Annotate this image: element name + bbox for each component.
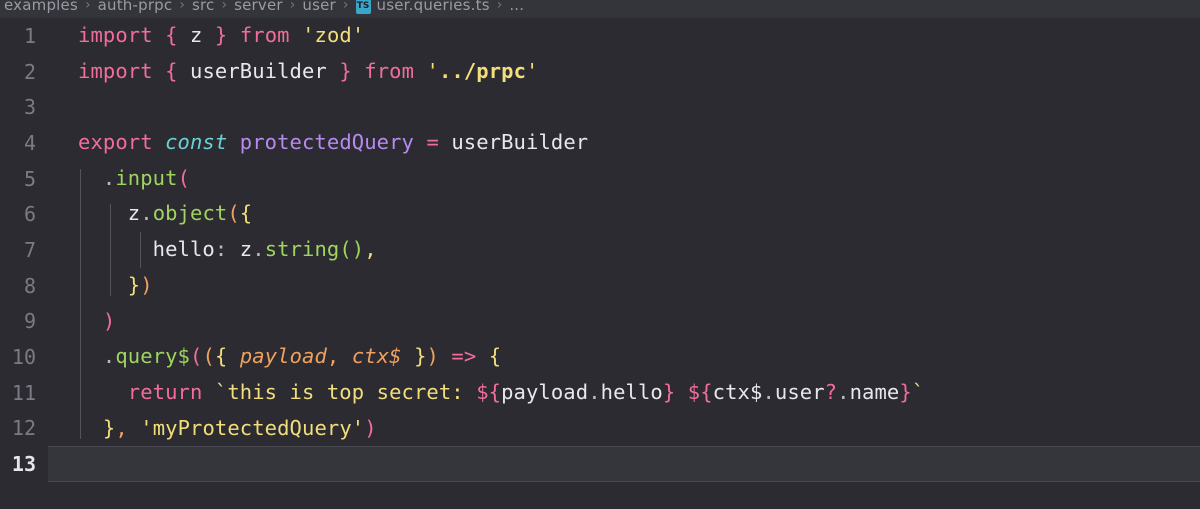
indent-guide	[80, 410, 81, 439]
line-number: 12	[11, 416, 36, 441]
code-line-text[interactable]	[48, 446, 1200, 482]
line-number: 4	[23, 130, 36, 155]
code-line-text[interactable]: )	[48, 303, 1200, 340]
code-line-active[interactable]: 13	[0, 446, 1200, 482]
breadcrumb-separator: ›	[342, 0, 349, 13]
line-number: 3	[23, 95, 36, 120]
code-line-text[interactable]: }, 'myProtectedQuery')	[48, 410, 1200, 447]
indent-guide	[80, 232, 81, 268]
code-line[interactable]: 8 })	[0, 267, 1200, 304]
breadcrumb-separator: ›	[289, 0, 296, 13]
breadcrumb-item-examples[interactable]: examples	[4, 0, 78, 14]
line-number: 7	[23, 237, 36, 262]
indent-guide	[140, 232, 141, 268]
indent-guide	[80, 303, 81, 340]
line-number-active: 13	[11, 452, 36, 477]
breadcrumb-item-server[interactable]: server	[234, 0, 283, 14]
code-line[interactable]: 11 return `this is top secret: ${payload…	[0, 374, 1200, 411]
code-line[interactable]: 10 .query$(({ payload, ctx$ }) => {	[0, 339, 1200, 375]
breadcrumb-item-auth-prpc[interactable]: auth-prpc	[98, 0, 173, 14]
code-line-text[interactable]: hello: z.string(),	[48, 232, 1200, 268]
code-line[interactable]: 4 export const protectedQuery = userBuil…	[0, 125, 1200, 161]
breadcrumb-separator: ›	[84, 0, 91, 13]
breadcrumb-separator: ›	[221, 0, 228, 13]
code-line[interactable]: 7 hello: z.string(),	[0, 232, 1200, 268]
code-line-text[interactable]: .input(	[48, 161, 1200, 197]
indent-guide	[80, 339, 81, 375]
code-line[interactable]: 12 }, 'myProtectedQuery')	[0, 410, 1200, 447]
breadcrumb-item-src[interactable]: src	[192, 0, 215, 14]
code-line-text[interactable]: export const protectedQuery = userBuilde…	[48, 125, 1200, 161]
indent-guide	[80, 374, 81, 411]
line-number: 9	[23, 309, 36, 334]
code-line[interactable]: 9 )	[0, 303, 1200, 340]
typescript-file-icon: TS	[355, 0, 371, 14]
editor-content[interactable]: 1 import { z } from 'zod' 2 import { use…	[0, 18, 1200, 509]
line-number: 8	[23, 273, 36, 298]
indent-guide	[110, 204, 111, 233]
code-line-text[interactable]: import { userBuilder } from '../prpc'	[48, 54, 1200, 90]
code-line-text[interactable]: z.object({	[48, 196, 1200, 233]
indent-guide	[80, 168, 81, 197]
breadcrumb-separator: ›	[179, 0, 185, 13]
breadcrumb[interactable]: examples › auth-prpc › src › server › us…	[0, 0, 1200, 18]
indent-guide	[80, 267, 81, 304]
line-number: 6	[23, 202, 36, 227]
code-line-text[interactable]: import { z } from 'zod'	[48, 18, 1200, 54]
code-line-text[interactable]	[48, 89, 1200, 125]
code-line[interactable]: 3	[0, 89, 1200, 125]
line-number: 10	[11, 345, 36, 370]
indent-guide	[80, 196, 81, 233]
code-line[interactable]: 5 .input(	[0, 161, 1200, 197]
line-number: 11	[11, 380, 36, 405]
code-line[interactable]: 2 import { userBuilder } from '../prpc'	[0, 54, 1200, 90]
breadcrumb-separator: ›	[496, 0, 503, 13]
line-number: 1	[23, 23, 36, 48]
indent-guide	[110, 232, 111, 268]
line-number: 5	[23, 166, 36, 191]
breadcrumb-item-user[interactable]: user	[302, 0, 336, 14]
breadcrumb-item-symbols[interactable]: ...	[509, 0, 524, 14]
breadcrumb-item-file[interactable]: user.queries.ts	[377, 0, 490, 14]
line-number: 2	[23, 59, 36, 84]
indent-guide	[110, 267, 111, 296]
code-line-text[interactable]: return `this is top secret: ${payload.he…	[48, 374, 1200, 411]
code-line-text[interactable]: })	[48, 267, 1200, 304]
code-line-text[interactable]: .query$(({ payload, ctx$ }) => {	[48, 339, 1200, 375]
code-line[interactable]: 6 z.object({	[0, 196, 1200, 233]
code-editor-window: examples › auth-prpc › src › server › us…	[0, 0, 1200, 509]
code-line[interactable]: 1 import { z } from 'zod'	[0, 18, 1200, 54]
